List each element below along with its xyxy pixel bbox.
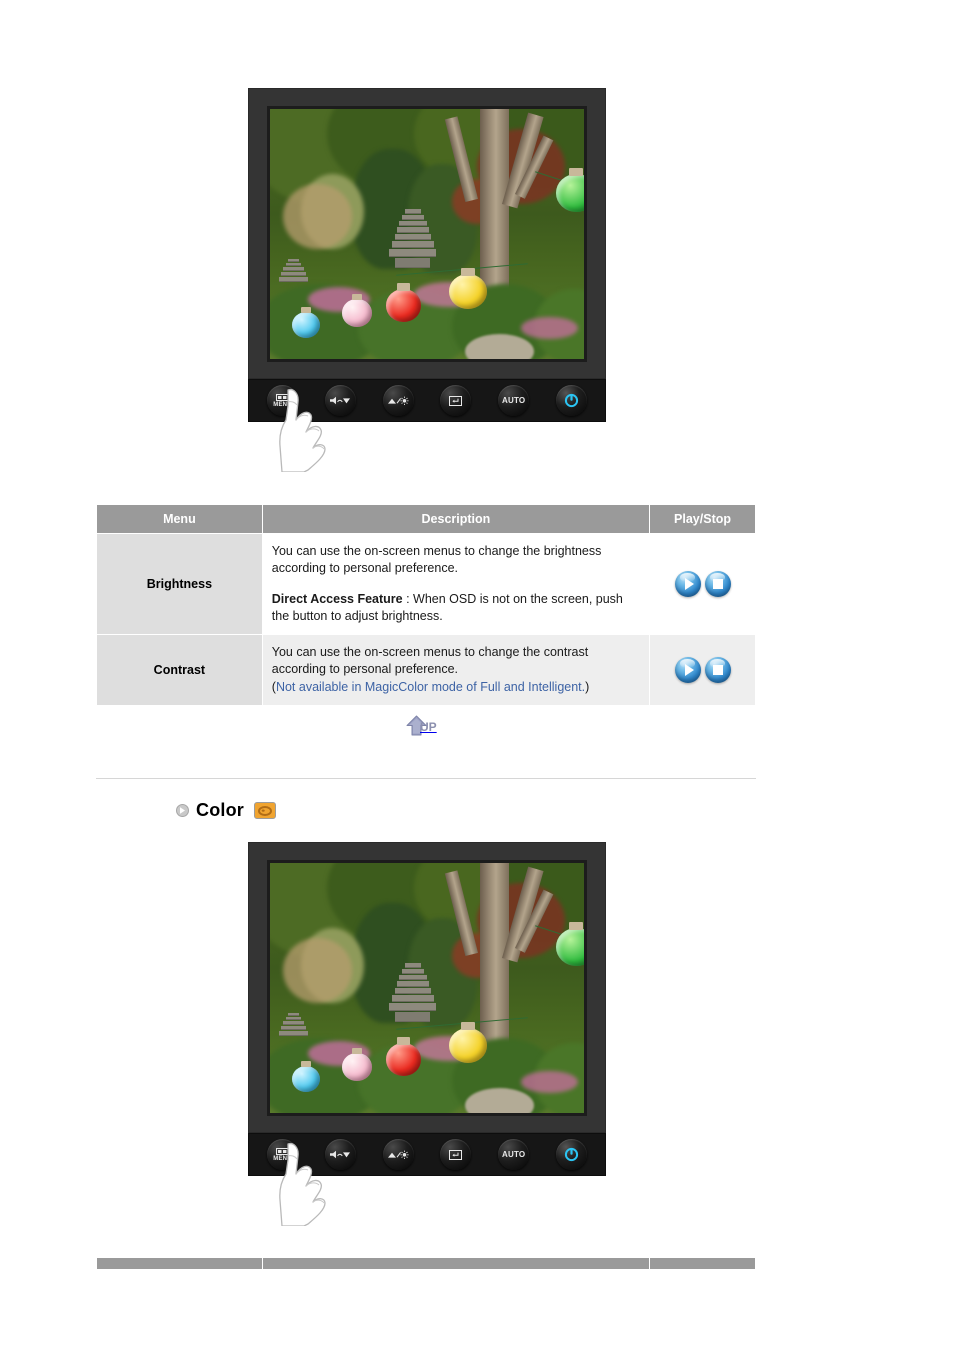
header-description-empty bbox=[261, 1257, 651, 1270]
stop-button[interactable] bbox=[704, 571, 731, 597]
stop-button[interactable] bbox=[704, 656, 731, 683]
menu-button[interactable]: MENU bbox=[267, 385, 298, 416]
header-description: Description bbox=[261, 504, 651, 534]
description-contrast: You can use the on-screen menus to chang… bbox=[261, 634, 651, 706]
color-palette-icon bbox=[254, 802, 276, 819]
description-paragraph: You can use the on-screen menus to chang… bbox=[271, 544, 602, 576]
lantern-red bbox=[386, 1037, 421, 1076]
monitor-bezel bbox=[248, 88, 606, 379]
note-close-paren: ) bbox=[585, 679, 590, 694]
brightness-button[interactable] bbox=[382, 385, 414, 416]
lantern-yellow bbox=[448, 1022, 487, 1063]
menu-button[interactable]: MENU bbox=[267, 1139, 298, 1170]
lantern-blue bbox=[291, 1061, 321, 1092]
header-menu-empty bbox=[96, 1257, 263, 1270]
play-button[interactable] bbox=[674, 571, 701, 597]
play-button[interactable] bbox=[674, 656, 701, 683]
monitor-screen bbox=[267, 860, 587, 1116]
stone-pagoda-small bbox=[279, 1013, 308, 1037]
play-triangle-icon bbox=[675, 657, 701, 683]
menu-button-label: MENU bbox=[273, 401, 292, 408]
brightness-contrast-table: Menu Description Play/Stop Brightness Yo… bbox=[96, 504, 756, 706]
menu-button-label: MENU bbox=[273, 1155, 292, 1162]
table-row: Contrast You can use the on-screen menus… bbox=[96, 634, 756, 706]
next-section-table-header bbox=[96, 1257, 756, 1270]
lantern-yellow bbox=[448, 268, 487, 309]
header-play-stop-empty bbox=[649, 1257, 756, 1270]
auto-button[interactable]: AUTO bbox=[498, 1139, 530, 1170]
lantern-red bbox=[386, 283, 421, 322]
enter-button[interactable] bbox=[440, 385, 472, 416]
direct-access-label: Direct Access Feature bbox=[271, 591, 403, 606]
power-button[interactable] bbox=[555, 385, 587, 416]
magiccolor-note-link[interactable]: Not available in MagicColor mode of Full… bbox=[276, 680, 585, 694]
section-divider bbox=[96, 778, 756, 779]
description-brightness: You can use the on-screen menus to chang… bbox=[261, 533, 651, 635]
color-monitor-illustration: MENU AUTO bbox=[248, 842, 606, 1226]
volume-down-button[interactable] bbox=[324, 385, 356, 416]
color-section-heading: Color bbox=[176, 800, 276, 821]
stone-pagoda-small bbox=[279, 259, 308, 283]
stone-pagoda bbox=[389, 963, 437, 1023]
monitor-screen bbox=[267, 106, 587, 362]
stop-square-icon bbox=[705, 657, 731, 683]
brightness-button[interactable] bbox=[382, 1139, 414, 1170]
direct-access-paragraph: Direct Access Feature : When OSD is not … bbox=[272, 591, 639, 626]
garden-photo bbox=[270, 109, 584, 359]
lantern-pink bbox=[342, 1048, 373, 1081]
monitor-bezel bbox=[248, 842, 606, 1133]
monitor-control-buttons: MENU AUTO bbox=[248, 379, 606, 472]
header-menu: Menu bbox=[96, 504, 263, 534]
stone-pagoda bbox=[389, 209, 437, 269]
power-button[interactable] bbox=[555, 1139, 587, 1170]
header-play-stop: Play/Stop bbox=[649, 504, 756, 534]
enter-button[interactable] bbox=[440, 1139, 472, 1170]
availability-note: (Not available in MagicColor mode of Ful… bbox=[272, 679, 639, 696]
stop-square-icon bbox=[705, 571, 731, 597]
lantern-pink bbox=[342, 294, 373, 327]
garden-photo bbox=[270, 863, 584, 1113]
up-link-label: UP bbox=[420, 720, 437, 734]
lantern-green bbox=[555, 167, 584, 212]
table-header-row bbox=[96, 1257, 756, 1270]
circle-arrow-bullet-icon bbox=[176, 804, 189, 817]
menu-name-contrast: Contrast bbox=[96, 634, 263, 706]
back-to-top-link[interactable]: UP bbox=[404, 712, 456, 742]
lantern-green bbox=[555, 921, 584, 966]
description-paragraph: You can use the on-screen menus to chang… bbox=[271, 645, 589, 677]
volume-down-button[interactable] bbox=[324, 1139, 356, 1170]
auto-button-label: AUTO bbox=[502, 1150, 526, 1159]
table-row: Brightness You can use the on-screen men… bbox=[96, 533, 756, 635]
brightness-monitor-illustration: MENU AUTO bbox=[248, 88, 606, 472]
lantern-blue bbox=[291, 307, 321, 338]
play-stop-cell-contrast bbox=[649, 634, 756, 706]
auto-button-label: AUTO bbox=[502, 396, 526, 405]
play-stop-cell-brightness bbox=[649, 533, 756, 635]
play-triangle-icon bbox=[675, 571, 701, 597]
monitor-control-buttons: MENU AUTO bbox=[248, 1133, 606, 1226]
table-header-row: Menu Description Play/Stop bbox=[96, 504, 756, 534]
auto-button[interactable]: AUTO bbox=[498, 385, 530, 416]
color-section-title: Color bbox=[196, 800, 244, 820]
menu-name-brightness: Brightness bbox=[96, 533, 263, 635]
